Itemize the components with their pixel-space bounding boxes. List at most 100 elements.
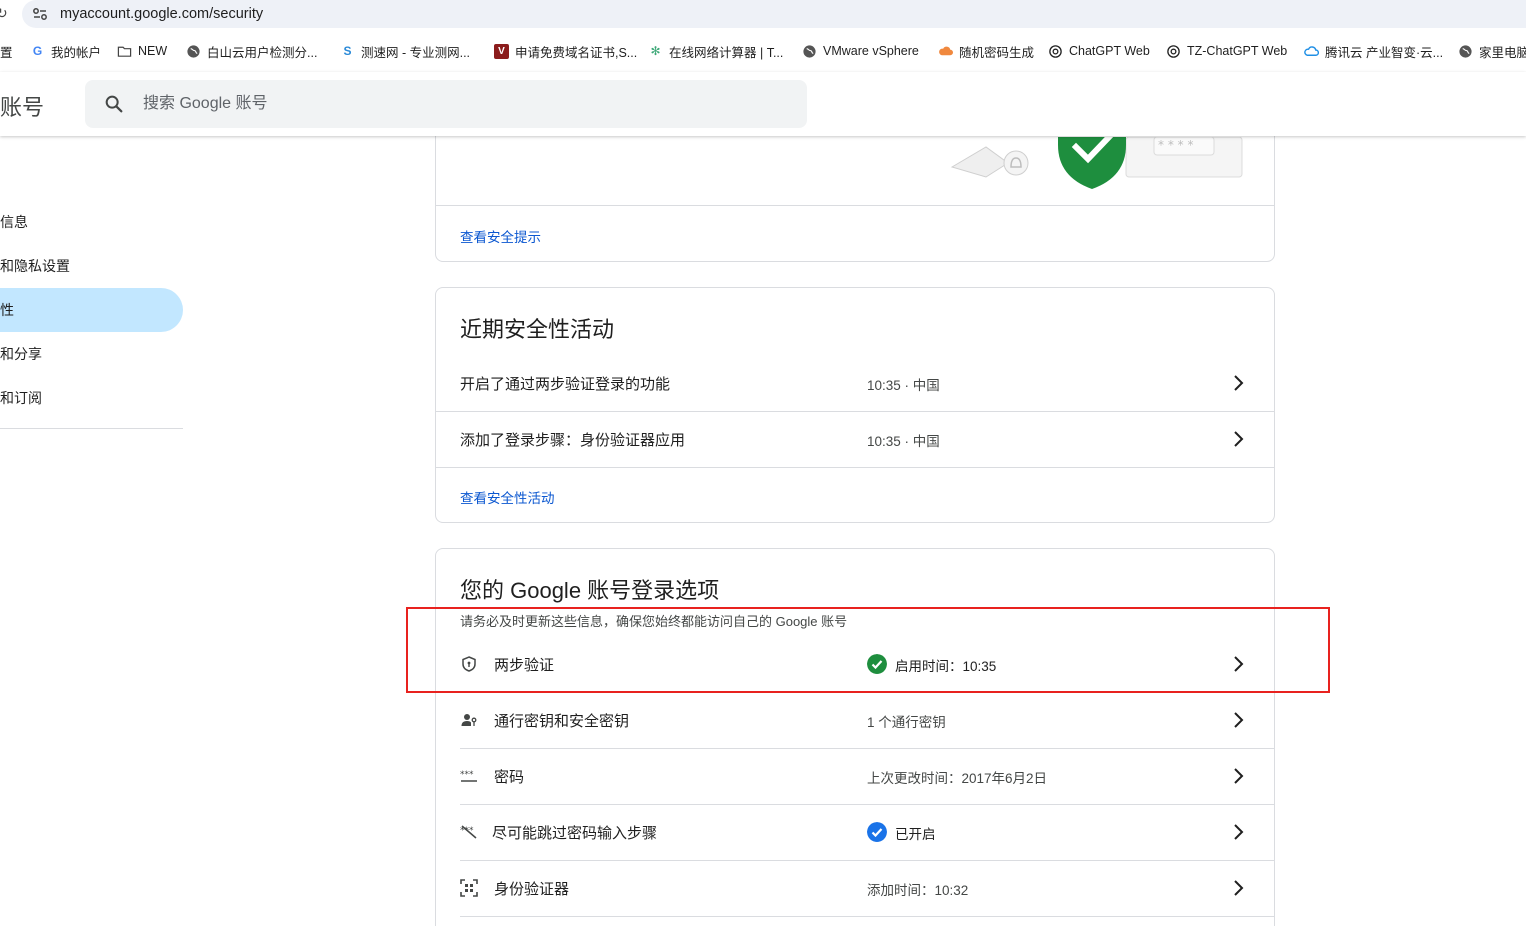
sidebar-item-security[interactable]: 性 xyxy=(0,288,183,332)
app-brand[interactable]: 账号 xyxy=(0,90,44,122)
cloud-icon xyxy=(939,46,953,55)
signin-row-value: 已开启 xyxy=(895,827,936,842)
activity-label: 添加了登录步骤：身份验证器应用 xyxy=(460,432,686,449)
bookmark-label: TZ-ChatGPT Web xyxy=(1187,44,1288,58)
chevron-right-icon xyxy=(1234,880,1244,896)
tencent-cloud-icon xyxy=(1304,45,1319,56)
bookmark-label: 申请免费域名证书,S... xyxy=(515,45,638,60)
chevron-right-icon xyxy=(1234,431,1244,447)
bookmark-item[interactable]: S 测速网 - 专业测网... xyxy=(340,38,470,64)
signin-row-value: 1 个通行密钥 xyxy=(867,715,946,730)
bookmark-item[interactable]: 随机密码生成 xyxy=(938,38,1034,64)
signin-row-label: 身份验证器 xyxy=(494,881,570,898)
sidebar-item-payments-subscriptions[interactable]: 和订阅 xyxy=(0,376,183,420)
bookmark-label: 测速网 - 专业测网... xyxy=(361,45,471,60)
bookmark-label: 我的帐户 xyxy=(51,45,102,60)
bookmark-label: ChatGPT Web xyxy=(1069,44,1150,58)
bookmark-label: VMware vSphere xyxy=(823,44,919,58)
speedtest-icon: S xyxy=(343,44,352,58)
sidebar-item-label: 和订阅 xyxy=(0,390,42,406)
bookmark-item[interactable]: 家里电脑 xyxy=(1458,38,1526,64)
sidebar-item-data-privacy[interactable]: 和隐私设置 xyxy=(0,244,183,288)
sidebar-item-label: 性 xyxy=(0,302,14,318)
signin-row-value: 添加时间：10:32 xyxy=(867,883,969,898)
qr-scan-icon xyxy=(460,879,478,897)
person-key-icon xyxy=(461,714,477,726)
bookmark-label: NEW xyxy=(138,44,168,58)
view-security-activity-link[interactable]: 查看安全性活动 xyxy=(460,487,555,507)
reload-icon[interactable]: ↻ xyxy=(0,5,8,22)
bookmark-item[interactable]: TZ-ChatGPT Web xyxy=(1166,38,1287,64)
bookmark-label: 在线网络计算器 | T... xyxy=(669,45,784,60)
google-icon: G xyxy=(32,44,43,58)
row-divider xyxy=(460,916,1274,917)
activity-time: 10:35 · 中国 xyxy=(867,378,940,393)
chevron-right-icon xyxy=(1234,375,1244,391)
signin-row-value: 上次更改时间：2017年6月2日 xyxy=(867,771,1048,786)
card-title: 近期安全性活动 xyxy=(460,317,615,342)
signin-row-passkeys[interactable]: 通行密钥和安全密钥 1 个通行密钥 xyxy=(436,692,1274,748)
bookmark-item[interactable]: NEW xyxy=(117,38,167,64)
sidebar-item-label: 信息 xyxy=(0,214,28,230)
bookmarks-bar: 置 G 我的帐户 NEW 白山云用户检测分... S 测速网 - 专业测网...… xyxy=(0,38,1526,64)
bookmark-item[interactable]: V 申请免费域名证书,S... xyxy=(494,38,637,64)
activity-row[interactable]: 添加了登录步骤：身份验证器应用 10:35 · 中国 xyxy=(436,411,1274,467)
bookmark-item[interactable]: G 我的帐户 xyxy=(30,38,101,64)
signin-row-password[interactable]: *** 密码 上次更改时间：2017年6月2日 xyxy=(436,748,1274,804)
sidebar-item-label: 和隐私设置 xyxy=(0,258,70,274)
sidebar-item-personal-info[interactable]: 信息 xyxy=(0,200,183,244)
url-text[interactable]: myaccount.google.com/security xyxy=(60,6,263,22)
card-divider xyxy=(436,205,1274,206)
bookmark-item[interactable]: 白山云用户检测分... xyxy=(186,38,317,64)
card-title: 您的 Google 账号登录选项 xyxy=(460,578,720,603)
search-box[interactable] xyxy=(85,80,807,128)
chevron-right-icon xyxy=(1234,712,1244,728)
bookmark-item[interactable]: 腾讯云 产业智变·云... xyxy=(1304,38,1443,64)
sidebar-item-people-sharing[interactable]: 和分享 xyxy=(0,332,183,376)
stars-text: * * * * xyxy=(1158,138,1193,152)
search-icon[interactable] xyxy=(103,93,125,115)
activity-time: 10:35 · 中国 xyxy=(867,434,940,449)
recent-security-activity-card: 近期安全性活动 开启了通过两步验证登录的功能 10:35 · 中国 添加了登录步… xyxy=(435,287,1275,523)
annotation-highlight-box xyxy=(406,607,1330,693)
blue-check-icon xyxy=(867,822,887,842)
signin-row-skip-password[interactable]: *** 尽可能跳过密码输入步骤 已开启 xyxy=(436,804,1274,860)
activity-row[interactable]: 开启了通过两步验证登录的功能 10:35 · 中国 xyxy=(436,355,1274,411)
svg-text:***: *** xyxy=(460,770,474,780)
signin-row-label: 密码 xyxy=(494,769,525,786)
chevron-right-icon xyxy=(1234,768,1244,784)
signin-options-card: 您的 Google 账号登录选项 请务必及时更新这些信息，确保您始终都能访问自己… xyxy=(435,548,1275,926)
bookmark-label: 腾讯云 产业智变·云... xyxy=(1325,45,1444,60)
openai-icon xyxy=(1167,44,1180,58)
sidebar-divider xyxy=(0,428,183,429)
signin-row-label: 通行密钥和安全密钥 xyxy=(494,713,630,730)
gear-icon: ✻ xyxy=(650,44,661,58)
browser-url-bar: ↻ myaccount.google.com/security xyxy=(0,0,1526,30)
folder-icon xyxy=(117,46,132,57)
globe-icon xyxy=(803,44,816,58)
bookmark-item[interactable]: 置 xyxy=(0,38,13,64)
bookmark-item[interactable]: ChatGPT Web xyxy=(1048,38,1150,64)
chevron-right-icon xyxy=(1234,824,1244,840)
globe-icon xyxy=(187,44,200,58)
openai-icon xyxy=(1049,44,1062,58)
password-skip-icon: *** xyxy=(460,825,477,839)
bookmark-label: 家里电脑 xyxy=(1479,45,1526,60)
shield-v-icon: V xyxy=(494,43,509,59)
bookmark-label: 随机密码生成 xyxy=(959,45,1035,60)
sidebar: 信息 和隐私设置 性 和分享 和订阅 xyxy=(0,136,190,926)
signin-row-label: 尽可能跳过密码输入步骤 xyxy=(492,825,658,842)
bookmark-item[interactable]: ✻ 在线网络计算器 | T... xyxy=(648,38,783,64)
bookmark-item[interactable]: VMware vSphere xyxy=(802,38,919,64)
signin-row-authenticator[interactable]: 身份验证器 添加时间：10:32 xyxy=(436,860,1274,916)
app-header: 账号 xyxy=(0,72,1526,136)
sidebar-item-label: 和分享 xyxy=(0,346,42,362)
bookmark-label: 白山云用户检测分... xyxy=(207,45,318,60)
password-dots-icon: *** xyxy=(460,770,477,782)
bookmark-label: 置 xyxy=(0,45,13,60)
search-input[interactable] xyxy=(143,90,743,118)
globe-icon xyxy=(1459,44,1472,58)
view-security-tips-link[interactable]: 查看安全提示 xyxy=(460,226,541,246)
security-illustration: * * * * xyxy=(950,137,1243,189)
site-settings-icon[interactable] xyxy=(32,6,48,22)
